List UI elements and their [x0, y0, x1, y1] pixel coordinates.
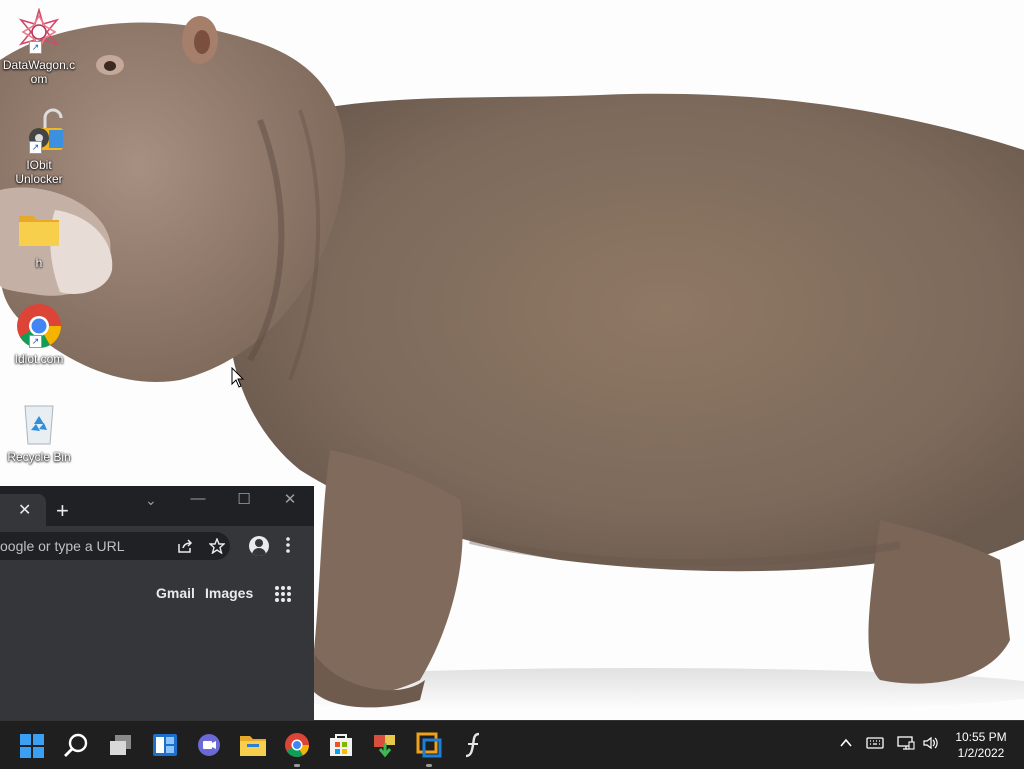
- chevron-up-icon: [840, 738, 852, 747]
- volume-icon: [923, 736, 938, 750]
- task-view-icon: [110, 735, 131, 755]
- gmail-link[interactable]: Gmail: [156, 585, 195, 601]
- taskbar: 10:55 PM 1/2/2022: [0, 720, 1024, 769]
- chrome-icon: [285, 733, 309, 758]
- desktop-icon-label: Idiot.com: [14, 352, 64, 366]
- start-button[interactable]: [16, 729, 48, 761]
- new-tab-page: Gmail Images: [0, 566, 314, 720]
- iobit-unlocker-icon: ↗: [15, 108, 63, 156]
- new-tab-button[interactable]: +: [56, 500, 69, 522]
- virtualbox-button[interactable]: [413, 729, 445, 767]
- chrome-icon: ↗: [15, 302, 63, 350]
- show-hidden-icons-button[interactable]: [838, 735, 854, 755]
- desktop-icon-iobit-unlocker[interactable]: ↗ IObit Unlocker: [0, 108, 78, 186]
- browser-tab[interactable]: ✕: [0, 494, 46, 526]
- system-clock[interactable]: 10:55 PM 1/2/2022: [948, 729, 1014, 761]
- profile-avatar-icon[interactable]: [249, 536, 269, 556]
- clock-date: 1/2/2022: [957, 746, 1005, 760]
- address-bar[interactable]: oogle or type a URL: [0, 532, 230, 560]
- shortcut-arrow-icon: ↗: [29, 141, 42, 154]
- maximize-button[interactable]: ☐: [229, 490, 259, 508]
- search-icon: [64, 733, 88, 757]
- running-indicator: [426, 764, 432, 767]
- start-icon: [20, 734, 44, 758]
- desktop-icon-recycle-bin[interactable]: Recycle Bin: [0, 400, 78, 464]
- datawagon-icon: ↗: [15, 7, 63, 57]
- recycle-bin-icon: [15, 400, 63, 448]
- chrome-toolbar: oogle or type a URL: [0, 526, 314, 566]
- share-icon[interactable]: [177, 538, 193, 558]
- folder-icon: [15, 206, 63, 254]
- app-installer-button[interactable]: [369, 729, 401, 761]
- network-button[interactable]: [897, 735, 915, 755]
- volume-button[interactable]: [922, 735, 940, 755]
- chrome-titlebar[interactable]: ✕ + ⌄ — ☐ ✕: [0, 486, 314, 526]
- teams-chat-button[interactable]: [193, 729, 225, 761]
- teams-chat-icon: [198, 734, 220, 756]
- desktop-icon-label: DataWagon.com: [2, 58, 76, 86]
- chrome-menu-icon[interactable]: [283, 536, 293, 554]
- bookmark-star-icon[interactable]: [208, 537, 226, 558]
- virtualbox-icon: [416, 732, 442, 758]
- microsoft-store-icon: [330, 734, 352, 756]
- tab-search-button[interactable]: ⌄: [145, 492, 157, 509]
- clock-time: 10:55 PM: [955, 730, 1007, 744]
- shortcut-arrow-icon: ↗: [29, 41, 42, 54]
- keyboard-icon: [866, 737, 884, 749]
- desktop-icon-datawagon[interactable]: ↗ DataWagon.com: [0, 7, 78, 86]
- images-link[interactable]: Images: [205, 585, 253, 601]
- desktop-icon-idiot-com[interactable]: ↗ Idiot.com: [0, 302, 78, 366]
- chrome-taskbar-button[interactable]: [281, 729, 313, 767]
- app-installer-icon: [374, 735, 395, 758]
- address-bar-placeholder[interactable]: oogle or type a URL: [0, 538, 125, 554]
- running-indicator: [294, 764, 300, 767]
- file-explorer-button[interactable]: [237, 729, 269, 761]
- desktop-icon-folder-h[interactable]: h: [0, 206, 78, 270]
- file-explorer-icon: [240, 736, 266, 756]
- tab-close-button[interactable]: ✕: [18, 503, 31, 519]
- script-app-icon: [465, 732, 480, 758]
- desktop-icon-label: Recycle Bin: [7, 450, 71, 464]
- mouse-cursor-icon: [231, 366, 245, 394]
- minimize-button[interactable]: —: [183, 490, 213, 507]
- google-apps-icon[interactable]: [274, 585, 292, 603]
- desktop-icon-label: IObit Unlocker: [15, 158, 63, 186]
- search-button[interactable]: [60, 729, 92, 761]
- microsoft-store-button[interactable]: [325, 729, 357, 761]
- script-app-button[interactable]: [457, 729, 489, 761]
- chrome-window[interactable]: ✕ + ⌄ — ☐ ✕ oogle or type a URL Gmail Im…: [0, 486, 314, 720]
- network-icon: [897, 736, 915, 750]
- desktop-icon-label: h: [35, 256, 43, 270]
- shortcut-arrow-icon: ↗: [29, 335, 42, 348]
- task-view-button[interactable]: [105, 729, 137, 761]
- widgets-button[interactable]: [149, 729, 181, 761]
- touch-keyboard-button[interactable]: [866, 735, 884, 755]
- close-window-button[interactable]: ✕: [275, 490, 305, 508]
- widgets-icon: [153, 734, 177, 756]
